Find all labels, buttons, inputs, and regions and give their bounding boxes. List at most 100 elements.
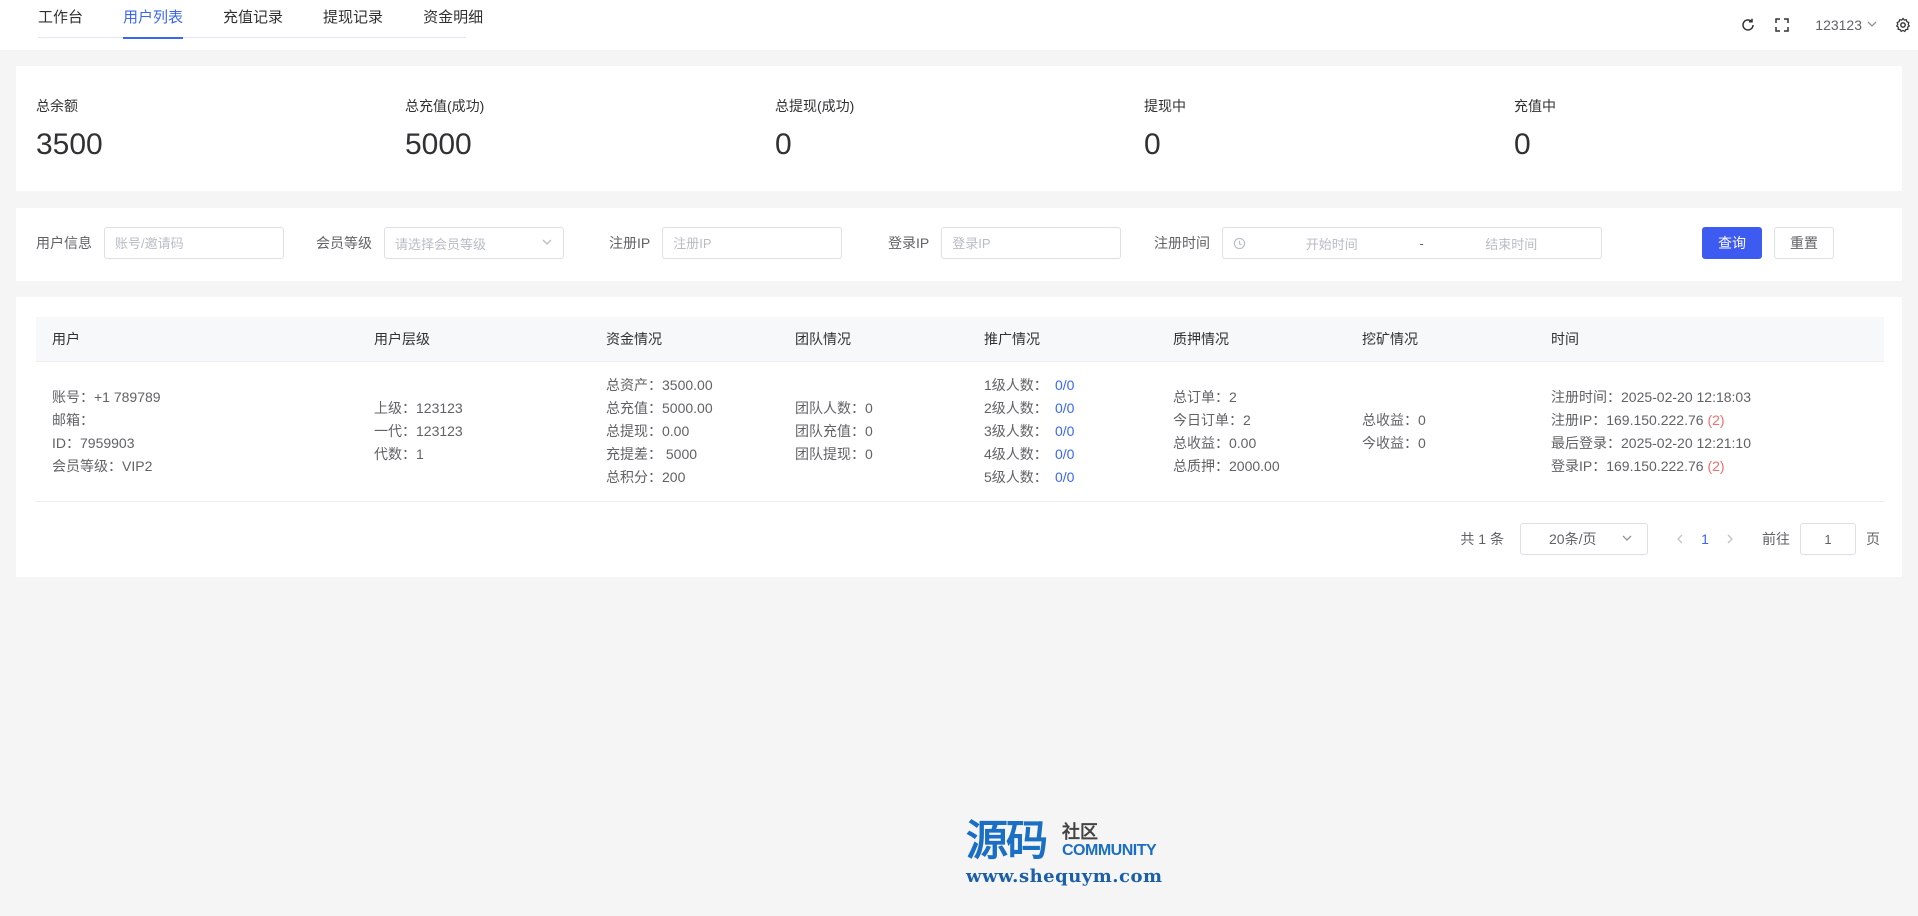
top-bar: 工作台 用户列表 充值记录 提现记录 资金明细 123123 [0,0,1918,50]
funds-total-assets: 总资产：3500.00 [606,377,713,393]
page-number-1[interactable]: 1 [1690,531,1720,547]
promo-label: 2级人数： [984,400,1048,416]
reg-time-range[interactable]: 开始时间 - 结束时间 [1222,227,1602,259]
stat-label: 总余额 [36,98,78,114]
user-menu[interactable]: 123123 [1815,17,1878,33]
query-button[interactable]: 查询 [1702,227,1762,259]
stat-label: 充值中 [1514,98,1556,114]
level-select[interactable]: 请选择会员等级 [384,227,564,259]
table-header: 用户 用户层级 资金情况 团队情况 推广情况 质押情况 挖矿情况 时间 [36,317,1884,362]
cell-promotion: 1级人数： 0/0 2级人数： 0/0 3级人数： 0/0 4级人数： 0/0 … [984,374,1074,489]
user-info-input[interactable] [104,227,284,259]
page-suffix: 页 [1866,531,1880,547]
cell-user-level: 上级：123123 一代：123123 代数：1 [374,397,463,466]
filter-reg-time: 注册时间 开始时间 - 结束时间 [1154,227,1602,259]
promo-level-1: 1级人数： 0/0 [984,374,1074,397]
stat-label: 总充值(成功) [405,98,485,114]
promo-count-link[interactable]: 0/0 [1055,466,1074,489]
reg-ip-label: 注册IP [609,235,651,251]
cell-team: 团队人数：0 团队充值：0 团队提现：0 [795,397,873,466]
login-ip-input[interactable] [941,227,1122,259]
promo-label: 3级人数： [984,423,1048,439]
login-ip-value: 登录IP：169.150.222.76 [1551,458,1708,474]
reset-button[interactable]: 重置 [1774,227,1834,259]
user-name: 123123 [1815,17,1862,33]
user-email: 邮箱： [52,412,94,428]
next-page-icon[interactable] [1720,534,1740,544]
header-funds: 资金情况 [606,331,662,347]
watermark-url: www.shequym.com [966,866,1163,887]
filter-reg-ip: 注册IP [609,227,843,259]
funds-total-points: 总积分：200 [606,469,686,485]
promo-count-link[interactable]: 0/0 [1055,397,1074,420]
stat-value: 0 [775,128,792,161]
cell-user: 账号：+1 789789 邮箱： ID：7959903 会员等级：VIP2 [52,386,161,478]
cell-time: 注册时间：2025-02-20 12:18:03 注册IP：169.150.22… [1551,386,1751,478]
login-ip: 登录IP：169.150.222.76 (2) [1551,455,1751,478]
prev-page-icon[interactable] [1670,534,1690,544]
promo-level-4: 4级人数： 0/0 [984,443,1074,466]
cell-funds: 总资产：3500.00 总充值：5000.00 总提现：0.00 充提差： 50… [606,374,713,489]
fullscreen-icon[interactable] [1771,14,1793,36]
header-promotion: 推广情况 [984,331,1040,347]
page-size-value: 20条/页 [1549,531,1597,547]
promo-label: 1级人数： [984,377,1048,393]
filter-user-info: 用户信息 [36,227,284,259]
level-first-gen: 一代：123123 [374,423,463,439]
pledge-today-orders: 今日订单：2 [1173,412,1251,428]
cell-pledge: 总订单：2 今日订单：2 总收益：0.00 总质押：2000.00 [1173,386,1280,478]
reg-ip-input[interactable] [662,227,843,259]
chevron-down-icon [541,236,553,251]
promo-label: 4级人数： [984,446,1048,462]
user-id: ID：7959903 [52,435,135,451]
chevron-down-icon [1621,531,1633,547]
login-ip-count[interactable]: (2) [1707,458,1724,474]
stat-label: 提现中 [1144,98,1186,114]
tab-fund-details[interactable]: 资金明细 [423,0,483,38]
header-mining: 挖矿情况 [1362,331,1418,347]
refresh-icon[interactable] [1737,14,1759,36]
end-time-input[interactable]: 结束时间 [1432,234,1592,253]
watermark-big-text: 源码 [966,816,1048,865]
level-label: 会员等级 [316,235,372,251]
level-generations: 代数：1 [374,446,424,462]
pledge-total-amount: 总质押：2000.00 [1173,458,1280,474]
team-members: 团队人数：0 [795,400,873,416]
team-withdraw: 团队提现：0 [795,446,873,462]
pledge-total-earnings: 总收益：0.00 [1173,435,1257,451]
total-count: 共 1 条 [1460,531,1504,547]
header-team: 团队情况 [795,331,851,347]
tab-dashboard[interactable]: 工作台 [38,0,83,38]
filter-panel: 用户信息 会员等级 请选择会员等级 注册IP 登录IP 注册时间 开始时间 - … [16,208,1902,281]
header-pledge: 质押情况 [1173,331,1229,347]
promo-level-2: 2级人数： 0/0 [984,397,1074,420]
user-account: 账号：+1 789789 [52,389,161,405]
promo-count-link[interactable]: 0/0 [1055,443,1074,466]
stat-value: 0 [1144,128,1161,161]
stat-value: 3500 [36,128,103,161]
tab-user-list[interactable]: 用户列表 [123,0,184,39]
goto-page-input[interactable] [1800,523,1856,555]
tab-withdraw-records[interactable]: 提现记录 [323,0,383,38]
funds-difference: 充提差： 5000 [606,446,698,462]
stat-value: 0 [1514,128,1531,161]
promo-count-link[interactable]: 0/0 [1055,420,1074,443]
page-size-select[interactable]: 20条/页 [1520,523,1648,555]
pledge-total-orders: 总订单：2 [1173,389,1237,405]
cell-mining: 总收益：0 今收益：0 [1362,409,1426,455]
header-user: 用户 [52,331,80,347]
stats-panel: 总余额 3500 总充值(成功) 5000 总提现(成功) 0 提现中 0 充值… [16,66,1902,191]
tab-recharge-records[interactable]: 充值记录 [223,0,283,38]
last-login: 最后登录：2025-02-20 12:21:10 [1551,435,1751,451]
stat-label: 总提现(成功) [775,98,855,114]
gear-icon[interactable] [1892,14,1914,36]
clock-icon [1233,237,1246,250]
user-table-card: 用户 用户层级 资金情况 团队情况 推广情况 质押情况 挖矿情况 时间 账号：+… [16,297,1902,577]
start-time-input[interactable]: 开始时间 [1252,234,1412,253]
chevron-down-icon [1862,17,1878,33]
goto-label: 前往 [1762,531,1790,547]
reg-time-label: 注册时间 [1154,235,1210,251]
stat-withdrawing: 提现中 0 [1144,96,1186,162]
promo-count-link[interactable]: 0/0 [1055,374,1074,397]
reg-ip-count[interactable]: (2) [1707,412,1724,428]
